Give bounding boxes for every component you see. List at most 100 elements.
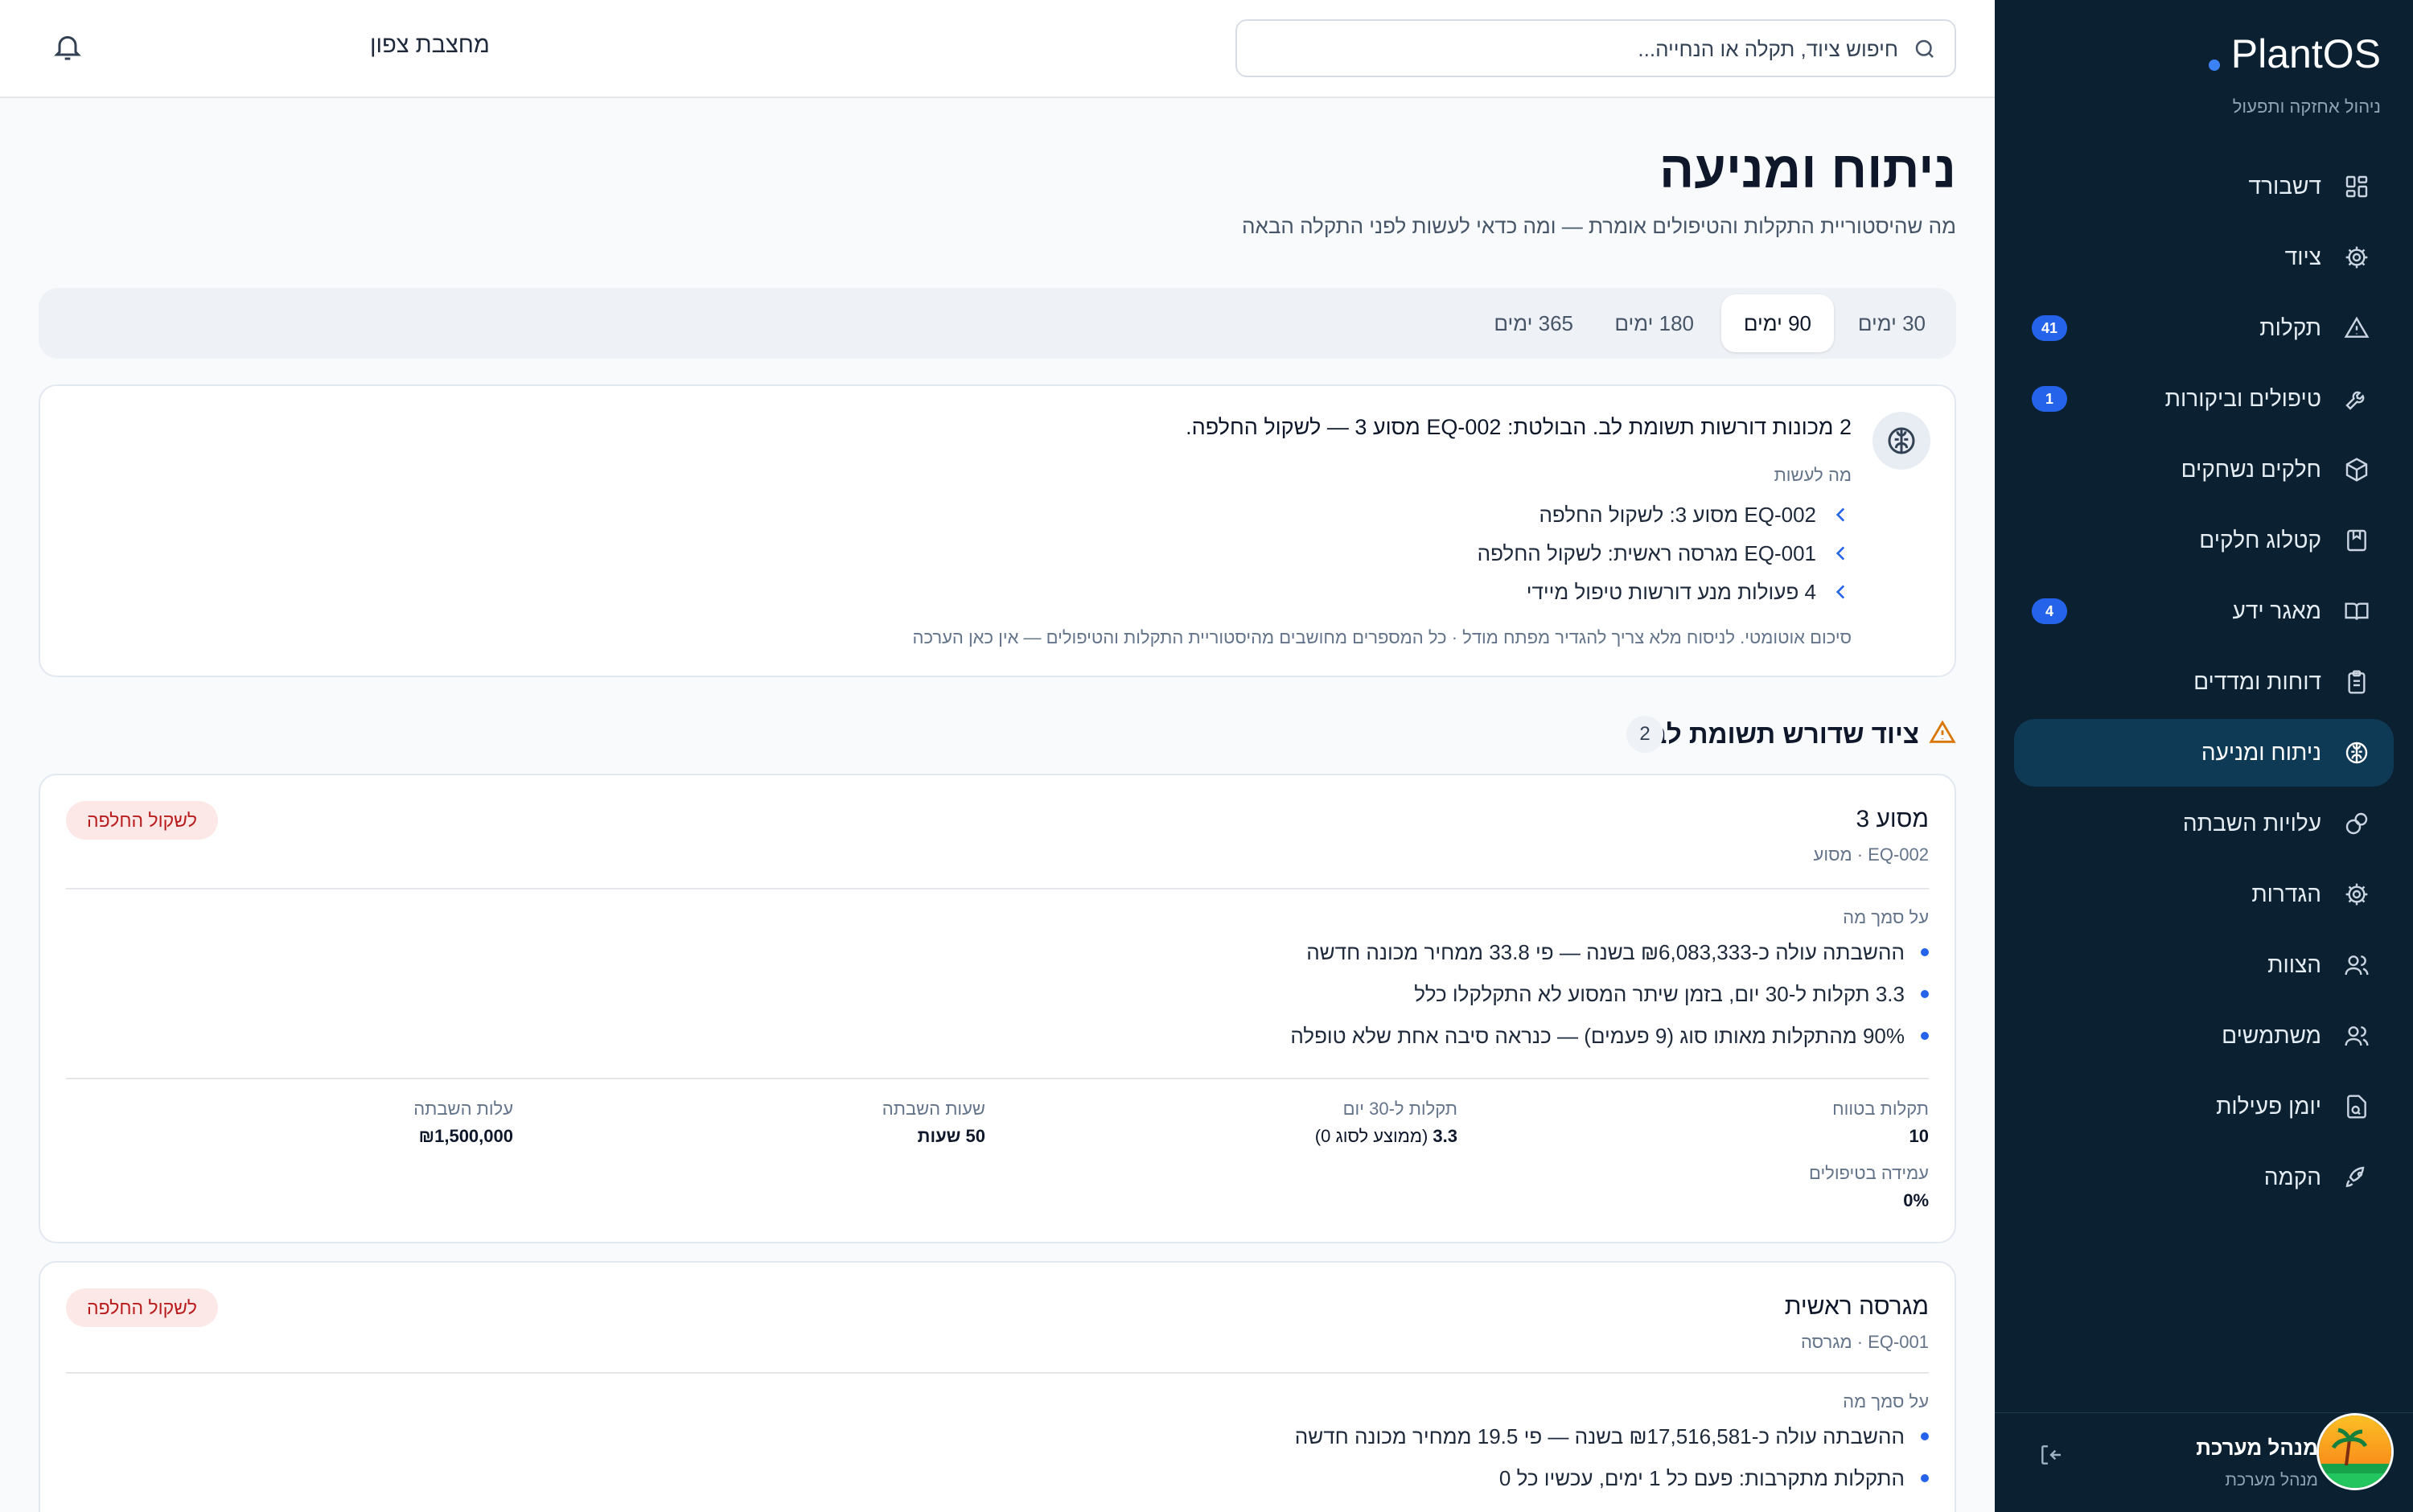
brand-dot bbox=[2208, 60, 2220, 71]
stat-maintenance-compliance: עמידה בטיפולים 0% bbox=[1478, 1163, 1929, 1211]
clipboard-icon bbox=[2341, 666, 2373, 698]
maintenance-count-badge: 1 bbox=[2032, 386, 2067, 412]
topbar: מחצבת צפון bbox=[0, 0, 1995, 98]
stat-value: 10 bbox=[1909, 1126, 1929, 1146]
book-icon bbox=[2341, 595, 2373, 627]
action-item[interactable]: 4 פעולות מנע דורשות טיפול מיידי bbox=[1478, 573, 1852, 611]
gear-icon bbox=[2341, 241, 2373, 273]
page-title: ניתוח ומניעה bbox=[1659, 141, 1956, 199]
coins-icon bbox=[2341, 807, 2373, 840]
stat-value: 3.3 bbox=[1433, 1126, 1457, 1146]
sidebar-item-label: הגדרות bbox=[2251, 881, 2321, 906]
sidebar-item-activity-log[interactable]: יומן פעילות bbox=[2014, 1073, 2394, 1140]
tab-180-days[interactable]: 180 ימים bbox=[1592, 294, 1716, 352]
brain-icon bbox=[1872, 412, 1930, 470]
sidebar-item-label: עלויות השבתה bbox=[2182, 811, 2321, 836]
sidebar-item-parts-catalog[interactable]: קטלוג חלקים bbox=[2014, 507, 2394, 574]
action-text: EQ-002 מסוע 3: לשקול החלפה bbox=[1539, 502, 1816, 527]
avatar[interactable] bbox=[2316, 1413, 2394, 1490]
user-panel: מנהל מערכת מנהל מערכת bbox=[1995, 1412, 2413, 1512]
stat-faults-per-30-days: תקלות ל-30 יום 3.3 (ממוצע לסוג 0) bbox=[1007, 1099, 1457, 1147]
sidebar-item-dashboard[interactable]: דשבורד bbox=[2014, 153, 2394, 220]
page-subtitle: מה שהיסטוריית התקלות והטיפולים אומרת — ו… bbox=[1242, 214, 1956, 238]
action-item[interactable]: EQ-002 מסוע 3: לשקול החלפה bbox=[1478, 495, 1852, 534]
stat-faults-in-range: תקלות בטווח 10 bbox=[1478, 1099, 1929, 1147]
action-list: EQ-002 מסוע 3: לשקול החלפה EQ-001 מגרסה … bbox=[1478, 495, 1852, 611]
bullet-dot bbox=[1921, 1432, 1929, 1440]
knowledge-count-badge: 4 bbox=[2032, 598, 2067, 624]
sidebar-item-analysis[interactable]: ניתוח ומניעה bbox=[2014, 719, 2394, 787]
bullet-dot bbox=[1921, 990, 1929, 998]
reason-text: התקלות מתקרבות: פעם כל 1 ימים, עכשיו כל … bbox=[1498, 1465, 1905, 1490]
action-item[interactable]: EQ-001 מגרסה ראשית: לשקול החלפה bbox=[1478, 534, 1852, 573]
reason-text: 90% מהתקלות מאותו סוג (9 פעמים) — כנראה … bbox=[1290, 1023, 1905, 1048]
search-box[interactable] bbox=[1235, 19, 1956, 77]
sidebar-item-maintenance[interactable]: טיפולים וביקורות 1 bbox=[2014, 365, 2394, 433]
reason-text: ההשבתה עולה כ-₪17,516,581 בשנה — פי 19.5… bbox=[1294, 1424, 1905, 1448]
sidebar-item-downtime-costs[interactable]: עלויות השבתה bbox=[2014, 790, 2394, 857]
brand-logo[interactable]: PlantOS bbox=[2208, 31, 2381, 77]
search-icon bbox=[1913, 37, 1937, 61]
tab-30-days[interactable]: 30 ימים bbox=[1835, 294, 1948, 352]
warning-icon bbox=[2341, 312, 2373, 344]
stat-label: עלות השבתה bbox=[413, 1099, 513, 1119]
summary-headline: 2 מכונות דורשות תשומת לב. הבולטת: EQ-002… bbox=[1186, 415, 1852, 439]
rocket-icon bbox=[2341, 1161, 2373, 1194]
stat-value: ₪1,500,000 bbox=[418, 1126, 513, 1146]
users-icon bbox=[2341, 1020, 2373, 1052]
list-item: ההשבתה עולה כ-₪6,083,333 בשנה — פי 33.8 … bbox=[1290, 931, 1929, 973]
period-tabs: 30 ימים 90 ימים 180 ימים 365 ימים bbox=[39, 288, 1956, 359]
chevron-left-icon bbox=[1831, 543, 1852, 564]
sidebar-item-setup[interactable]: הקמה bbox=[2014, 1144, 2394, 1211]
list-item: התקלות מתקרבות: פעם כל 1 ימים, עכשיו כל … bbox=[1295, 1457, 1929, 1499]
equipment-card[interactable]: מסוע 3 EQ-002 · מסוע לשקול החלפה על סמך … bbox=[39, 774, 1956, 1243]
site-name[interactable]: מחצבת צפון bbox=[370, 32, 611, 59]
wrench-icon bbox=[2341, 383, 2373, 415]
tab-365-days[interactable]: 365 ימים bbox=[1471, 294, 1596, 352]
bullet-dot bbox=[1921, 948, 1929, 956]
summary-card: 2 מכונות דורשות תשומת לב. הבולטת: EQ-002… bbox=[39, 384, 1956, 677]
bell-icon[interactable] bbox=[51, 31, 84, 63]
attention-section-title: ציוד שדורש תשומת לב bbox=[1650, 719, 1919, 749]
sidebar-item-settings[interactable]: הגדרות bbox=[2014, 861, 2394, 928]
sidebar-item-team[interactable]: הצוות bbox=[2014, 931, 2394, 999]
divider bbox=[66, 1372, 1929, 1374]
fault-count-badge: 41 bbox=[2032, 315, 2067, 341]
logout-icon[interactable] bbox=[2038, 1442, 2064, 1468]
stat-label: שעות השבתה bbox=[882, 1099, 985, 1119]
sidebar-item-label: משתמשים bbox=[2222, 1023, 2321, 1048]
bullet-dot bbox=[1921, 1474, 1929, 1482]
sidebar-item-faults[interactable]: תקלות 41 bbox=[2014, 294, 2394, 362]
sidebar-item-equipment[interactable]: ציוד bbox=[2014, 224, 2394, 291]
main-area: מחצבת צפון ניתוח ומניעה מה שהיסטוריית הת… bbox=[0, 0, 1995, 1512]
sidebar-item-wear-parts[interactable]: חלקים נשחקים bbox=[2014, 436, 2394, 503]
stat-value: 50 שעות bbox=[917, 1126, 985, 1146]
status-badge: לשקול החלפה bbox=[66, 1288, 218, 1327]
sidebar-item-reports[interactable]: דוחות ומדדים bbox=[2014, 648, 2394, 716]
stat-label: תקלות ל-30 יום bbox=[1342, 1099, 1457, 1119]
summary-note: סיכום אוטומטי. לניסוח מלא צריך להגדיר מפ… bbox=[912, 627, 1852, 647]
chevron-left-icon bbox=[1831, 581, 1852, 602]
sidebar-item-label: הצוות bbox=[2267, 952, 2321, 977]
sidebar-item-knowledge-base[interactable]: מאגר ידע 4 bbox=[2014, 577, 2394, 645]
box-icon bbox=[2341, 454, 2373, 486]
sidebar-item-label: דשבורד bbox=[2248, 174, 2321, 199]
brain-icon bbox=[2341, 737, 2373, 769]
search-input[interactable] bbox=[1271, 27, 1898, 71]
divider bbox=[66, 888, 1929, 890]
stat-suffix: (ממוצע לסוג 0) bbox=[1314, 1126, 1433, 1146]
reason-text: ההשבתה עולה כ-₪6,083,333 בשנה — פי 33.8 … bbox=[1306, 939, 1905, 964]
user-name: מנהל מערכת bbox=[2196, 1436, 2318, 1460]
brand-name: PlantOS bbox=[2230, 31, 2381, 76]
sidebar-item-users[interactable]: משתמשים bbox=[2014, 1002, 2394, 1070]
equipment-meta: EQ-001 · מגרסה bbox=[1800, 1332, 1929, 1352]
equipment-card[interactable]: מגרסה ראשית EQ-001 · מגרסה לשקול החלפה ע… bbox=[39, 1261, 1956, 1512]
dashboard-icon bbox=[2341, 171, 2373, 203]
bullet-dot bbox=[1921, 1032, 1929, 1040]
divider bbox=[66, 1078, 1929, 1079]
sidebar-item-label: תקלות bbox=[2259, 315, 2321, 340]
stat-label: עמידה בטיפולים bbox=[1808, 1163, 1929, 1183]
action-text: EQ-001 מגרסה ראשית: לשקול החלפה bbox=[1477, 540, 1816, 565]
tab-90-days[interactable]: 90 ימים bbox=[1720, 294, 1834, 352]
chevron-left-icon bbox=[1831, 504, 1852, 525]
